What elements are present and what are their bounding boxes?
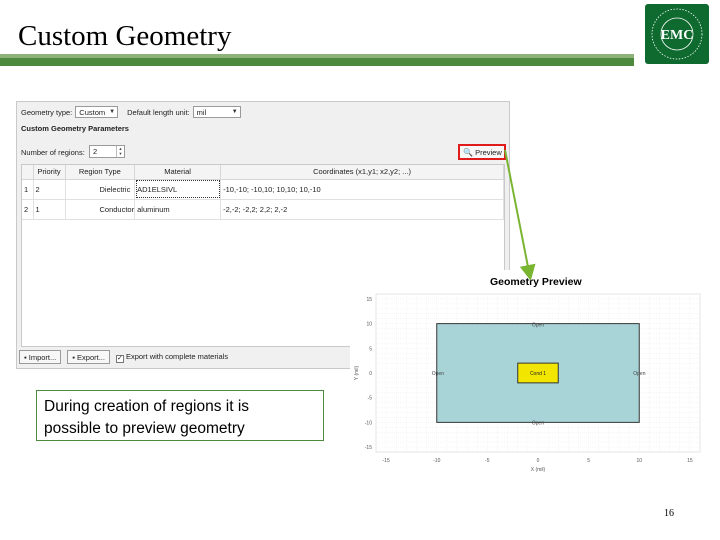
params-title: Custom Geometry Parameters <box>21 124 129 133</box>
y-axis-label: Y (mil) <box>354 365 360 380</box>
x-tick-label: -15 <box>383 458 390 464</box>
x-axis-label: X (mil) <box>531 467 546 472</box>
x-tick-label: 10 <box>636 458 642 464</box>
cell-index: 2 <box>22 199 34 220</box>
y-tick-label: 15 <box>366 297 372 303</box>
length-unit-label: Default length unit: <box>127 107 190 117</box>
cell-region-type[interactable]: Conductor <box>65 199 136 220</box>
spinner-arrows-icon[interactable]: ▲ ▼ <box>116 146 124 157</box>
title-bar <box>0 54 634 66</box>
cell-material[interactable]: AD1ELSIVL <box>134 179 222 200</box>
callout-box: During creation of regions it is possibl… <box>36 390 324 441</box>
conductor-label: Cond 1 <box>530 371 546 377</box>
emc-logo: EMC <box>645 4 709 64</box>
callout-line-1: During creation of regions it is <box>44 398 250 415</box>
svg-text:EMC: EMC <box>661 28 694 43</box>
export-materials-label: Export with complete materials <box>125 351 229 361</box>
preview-button-label: Preview <box>475 148 502 157</box>
boundary-label-right: Open <box>633 371 645 377</box>
boundary-label-top: Open <box>532 323 544 329</box>
geometry-type-label: Geometry type: <box>21 107 73 117</box>
table-row[interactable]: 2 1 Conductor aluminum -2,-2; -2,2; 2,2;… <box>22 199 504 220</box>
table-row[interactable]: 1 2 Dielectric AD1ELSIVL -10,-10; -10,10… <box>22 179 504 200</box>
y-tick-label: 10 <box>366 322 372 328</box>
col-header-material[interactable]: Material <box>134 165 222 180</box>
y-tick-label: 0 <box>369 371 372 377</box>
cell-coordinates[interactable]: -10,-10; -10,10; 10,10; 10,-10 <box>220 179 504 200</box>
cell-region-type[interactable]: Dielectric <box>65 179 136 200</box>
geometry-type-select[interactable]: Custom <box>75 106 119 118</box>
export-materials-checkbox[interactable]: ✓ Export with complete materials <box>115 351 229 363</box>
col-header-region-type[interactable]: Region Type <box>65 165 136 180</box>
slide-number: 16 <box>664 508 674 519</box>
preview-button[interactable]: 🔍 Preview <box>458 144 506 160</box>
export-button-label: Export... <box>77 353 105 362</box>
num-regions-value: 2 <box>93 147 98 156</box>
y-tick-label: -15 <box>365 445 372 451</box>
length-unit-value: mil <box>196 108 207 117</box>
x-tick-label: 5 <box>587 458 590 464</box>
boundary-label-bottom: Open <box>532 420 544 426</box>
col-header-index <box>22 165 34 180</box>
cell-coordinates[interactable]: -2,-2; -2,2; 2,2; 2,-2 <box>220 199 504 220</box>
geometry-type-value: Custom <box>79 108 106 117</box>
y-tick-label: -5 <box>368 396 373 402</box>
callout-line-2: possible to preview geometry <box>44 420 245 437</box>
export-button[interactable]: ▪ Export... <box>67 350 110 364</box>
boundary-label-left: Open <box>432 371 444 377</box>
magnifier-icon: 🔍 <box>463 148 473 157</box>
cell-priority[interactable]: 2 <box>33 179 66 200</box>
y-tick-label: -10 <box>365 420 372 426</box>
import-button-label: Import... <box>28 353 57 362</box>
cell-priority[interactable]: 1 <box>33 199 66 220</box>
col-header-priority[interactable]: Priority <box>33 165 66 180</box>
geometry-preview-window: Geometry Preview 15 10 5 0 -5 -10 -15 -15 -10 -5 0… <box>350 270 704 472</box>
geometry-preview-plot: 15 10 5 0 -5 -10 -15 -15 -10 -5 0 5 10 15 Y (mil) X (mi… <box>354 293 701 472</box>
x-tick-label: -10 <box>433 458 440 464</box>
x-tick-label: 0 <box>537 458 540 464</box>
table-header-row: Priority Region Type Material Coordinate… <box>22 165 504 180</box>
num-regions-label: Number of regions: <box>21 148 85 157</box>
import-button[interactable]: ▪ Import... <box>19 350 62 364</box>
col-header-coordinates[interactable]: Coordinates (x1,y1; x2,y2; ...) <box>220 165 504 180</box>
cell-index: 1 <box>22 179 34 200</box>
x-tick-label: 15 <box>687 458 693 464</box>
y-tick-label: 5 <box>369 346 372 352</box>
cell-material[interactable]: aluminum <box>134 199 222 220</box>
length-unit-select[interactable]: mil <box>192 106 241 118</box>
checkmark-icon: ✓ <box>115 354 124 363</box>
slide-title: Custom Geometry <box>18 20 232 52</box>
num-regions-spinner[interactable]: 2 ▲ ▼ <box>89 145 125 158</box>
x-tick-label: -5 <box>485 458 490 464</box>
